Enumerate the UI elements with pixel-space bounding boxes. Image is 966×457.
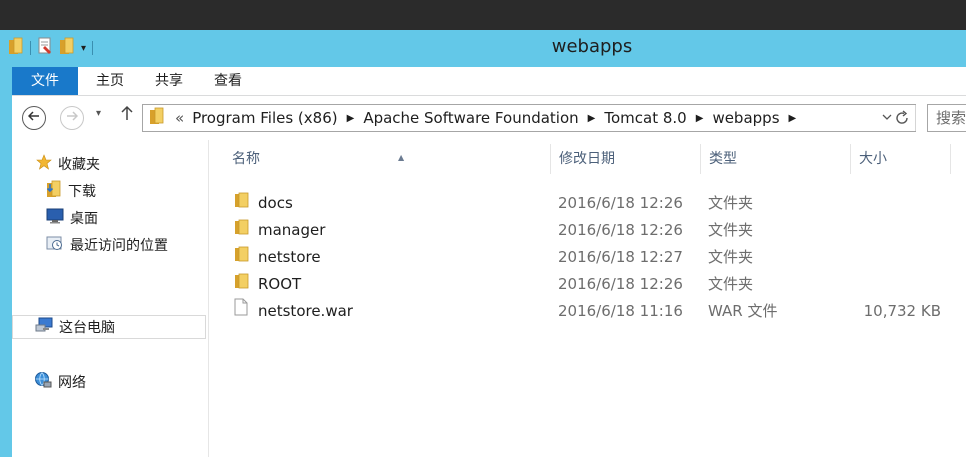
breadcrumb-apache[interactable]: Apache Software Foundation — [363, 109, 578, 127]
sidebar-item-label: 桌面 — [70, 211, 98, 227]
up-button[interactable] — [120, 104, 134, 125]
back-button[interactable] — [22, 106, 46, 130]
sidebar-item-label: 下载 — [68, 184, 96, 200]
file-type: 文件夹 — [708, 221, 754, 239]
address-bar[interactable]: « Program Files (x86) ▶ Apache Software … — [142, 104, 916, 132]
address-divider — [915, 105, 916, 131]
file-date: 2016/6/18 11:16 — [558, 302, 683, 320]
forward-button[interactable] — [60, 106, 84, 130]
file-type: 文件夹 — [708, 248, 754, 266]
arrow-right-icon — [66, 110, 79, 126]
folder-icon — [149, 107, 165, 129]
breadcrumb-program-files[interactable]: Program Files (x86) — [192, 109, 337, 127]
navigation-bar: ▾ « Program Files (x86) ▶ Apache Softwar… — [12, 96, 966, 140]
recent-places-icon — [46, 235, 64, 255]
file-size — [851, 271, 941, 298]
recent-locations-chevron-icon[interactable]: ▾ — [96, 108, 101, 119]
file-type: 文件夹 — [708, 194, 754, 212]
sidebar-item-label: 最近访问的位置 — [70, 238, 168, 254]
sidebar-item-label: 这台电脑 — [59, 320, 115, 336]
file-name: ROOT — [258, 275, 302, 293]
downloads-folder-icon — [46, 180, 62, 202]
file-type: 文件夹 — [708, 275, 754, 293]
column-header-label: 类型 — [709, 151, 737, 167]
file-date: 2016/6/18 12:26 — [558, 194, 683, 212]
file-size — [851, 244, 941, 271]
column-header-type[interactable]: 类型 — [701, 144, 851, 174]
file-size — [851, 190, 941, 217]
column-header-size[interactable]: 大小 — [851, 144, 951, 174]
chevron-right-icon[interactable]: ▶ — [588, 113, 596, 124]
folder-icon — [234, 271, 250, 298]
sidebar-item-this-pc[interactable]: 这台电脑 — [12, 315, 206, 339]
computer-icon — [35, 317, 53, 337]
file-row[interactable]: netstore.war 2016/6/18 11:16 WAR 文件 10,732 … — [209, 298, 966, 325]
title-bar: ▾ webapps — [0, 30, 966, 67]
folder-icon — [234, 244, 250, 271]
file-name: netstore.war — [258, 302, 353, 320]
file-row[interactable]: ROOT 2016/6/18 12:26 文件夹 — [209, 271, 966, 298]
network-globe-icon — [34, 371, 52, 393]
column-header-label: 名称 — [232, 151, 260, 167]
folder-icon — [234, 190, 250, 217]
file-date: 2016/6/18 12:26 — [558, 275, 683, 293]
file-date: 2016/6/18 12:26 — [558, 221, 683, 239]
refresh-button[interactable] — [894, 110, 910, 130]
file-list-pane: ▲ 名称 修改日期 类型 大小 docs 2016/6/18 12:26 文件夹 ma… — [209, 140, 966, 457]
sidebar-item-desktop[interactable]: 桌面 — [46, 206, 98, 230]
file-type: WAR 文件 — [708, 302, 778, 320]
file-date: 2016/6/18 12:27 — [558, 248, 683, 266]
file-row[interactable]: manager 2016/6/18 12:26 文件夹 — [209, 217, 966, 244]
column-header-label: 修改日期 — [559, 151, 615, 167]
tab-share[interactable]: 共享 — [151, 67, 187, 95]
arrow-left-icon — [27, 110, 40, 126]
sidebar-item-label: 收藏夹 — [58, 157, 100, 173]
file-name: docs — [258, 194, 293, 212]
sidebar-item-label: 网络 — [58, 375, 86, 391]
column-header-name[interactable]: ▲ 名称 — [224, 144, 551, 174]
star-icon — [36, 154, 52, 174]
window-title: webapps — [551, 36, 633, 57]
file-name: netstore — [258, 248, 321, 266]
tab-file[interactable]: 文件 — [12, 67, 78, 95]
column-header-label: 大小 — [859, 151, 887, 167]
column-header-date[interactable]: 修改日期 — [551, 144, 701, 174]
refresh-icon — [896, 110, 908, 124]
tab-home[interactable]: 主页 — [92, 67, 128, 95]
breadcrumb-tomcat[interactable]: Tomcat 8.0 — [604, 109, 686, 127]
file-row[interactable]: docs 2016/6/18 12:26 文件夹 — [209, 190, 966, 217]
file-row[interactable]: netstore 2016/6/18 12:27 文件夹 — [209, 244, 966, 271]
explorer-window: ▾ webapps 文件 主页 共享 查看 ▾ « Program Files … — [0, 30, 966, 457]
file-name: manager — [258, 221, 326, 239]
breadcrumb-webapps[interactable]: webapps — [712, 109, 779, 127]
navigation-pane: 收藏夹 下载 桌面 最近访问的位置 这台电脑 网络 — [12, 140, 209, 457]
ribbon-tabs: 文件 主页 共享 查看 — [12, 67, 966, 96]
sidebar-item-favorites[interactable]: 收藏夹 — [36, 152, 100, 176]
sort-ascending-icon: ▲ — [398, 153, 405, 162]
search-input[interactable]: 搜索 — [927, 104, 966, 132]
sidebar-item-downloads[interactable]: 下载 — [46, 179, 96, 203]
chevron-right-icon[interactable]: ▶ — [696, 113, 704, 124]
file-size — [851, 217, 941, 244]
file-icon — [234, 298, 248, 325]
chevron-right-icon[interactable]: ▶ — [789, 113, 797, 124]
chevron-right-icon[interactable]: ▶ — [347, 113, 355, 124]
desktop-icon — [46, 208, 64, 228]
sidebar-item-network[interactable]: 网络 — [34, 370, 86, 394]
sidebar-item-recent-places[interactable]: 最近访问的位置 — [46, 233, 168, 257]
arrow-up-icon — [121, 105, 133, 120]
folder-icon — [234, 217, 250, 244]
file-size: 10,732 KB — [863, 302, 941, 320]
breadcrumb-overflow[interactable]: « — [175, 109, 184, 127]
address-history-chevron-icon[interactable] — [881, 110, 893, 128]
tab-view[interactable]: 查看 — [210, 67, 246, 95]
